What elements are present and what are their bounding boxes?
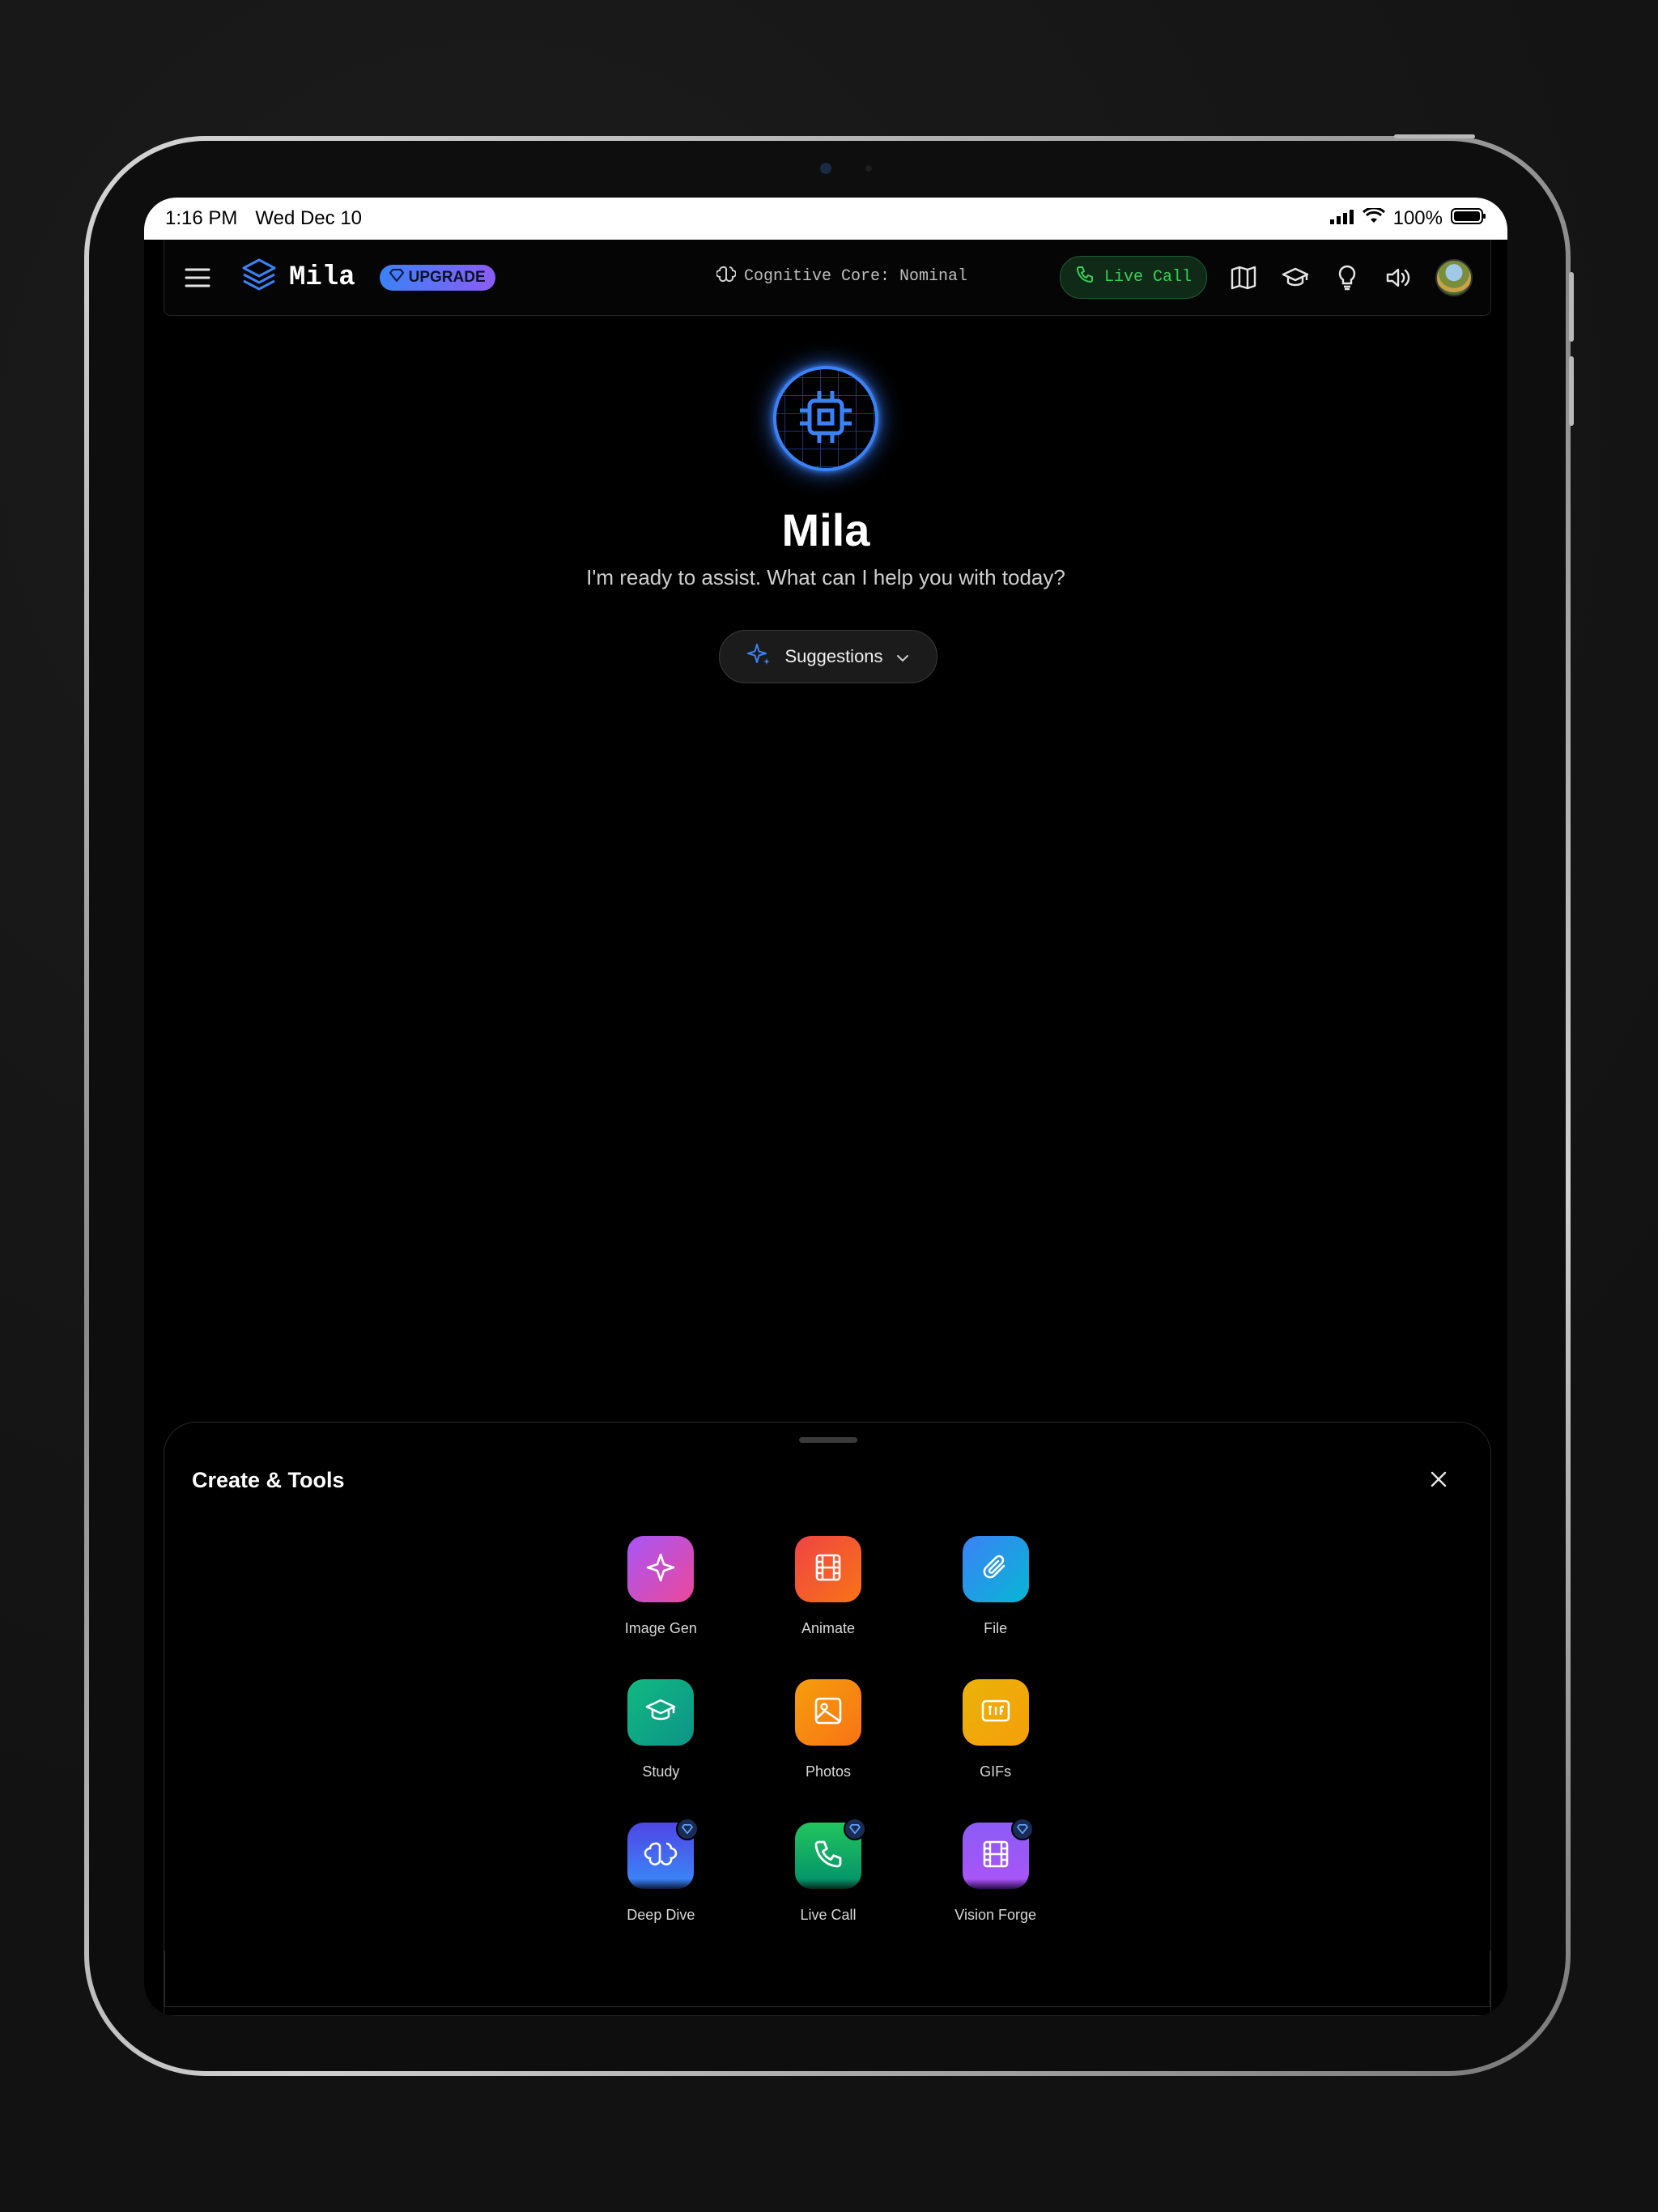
- tool-animate[interactable]: Animate: [745, 1536, 912, 1637]
- sensor: [865, 165, 872, 172]
- premium-gem-icon: [1010, 1818, 1034, 1840]
- tool-photos[interactable]: Photos: [745, 1679, 912, 1780]
- upgrade-button[interactable]: UPGRADE: [379, 264, 495, 291]
- tool-tile[interactable]: [794, 1536, 861, 1602]
- tool-label: Photos: [805, 1763, 852, 1780]
- tool-tile[interactable]: [794, 1818, 866, 1889]
- gif-icon: [980, 1695, 1012, 1731]
- assistant-logo: [773, 366, 878, 471]
- input-area: [164, 1950, 1490, 2007]
- live-call-button[interactable]: Live Call: [1059, 256, 1207, 299]
- front-camera: [820, 163, 831, 174]
- tool-label: Vision Forge: [954, 1907, 1037, 1923]
- tool-tile[interactable]: [794, 1679, 861, 1746]
- graduation-cap-icon: [644, 1697, 677, 1729]
- sheet-title: Create & Tools: [192, 1468, 345, 1492]
- film-icon: [980, 1838, 1012, 1874]
- tool-study[interactable]: Study: [577, 1679, 745, 1780]
- brain-icon: [716, 264, 737, 289]
- tool-vision-forge[interactable]: Vision Forge: [912, 1818, 1079, 1924]
- status-time: 1:16 PM: [165, 207, 238, 229]
- close-icon[interactable]: [1424, 1465, 1453, 1494]
- tool-gifs[interactable]: GIFs: [912, 1679, 1079, 1780]
- battery-percent: 100%: [1392, 207, 1443, 229]
- avatar[interactable]: [1435, 258, 1473, 296]
- brand[interactable]: Mila: [240, 257, 355, 298]
- app-screen: 1:16 PM Wed Dec 10 100% Mila UPGRADE Cog…: [144, 198, 1507, 2016]
- graduation-cap-icon[interactable]: [1280, 262, 1311, 293]
- sheet-handle[interactable]: [799, 1437, 857, 1443]
- wifi-icon: [1362, 206, 1385, 230]
- volume-down-button: [1569, 356, 1574, 426]
- chevron-down-icon: [896, 646, 909, 667]
- brain-icon: [644, 1837, 678, 1875]
- tool-label: Animate: [801, 1620, 856, 1636]
- tool-live-call[interactable]: Live Call: [745, 1818, 912, 1924]
- app-name: Mila: [289, 262, 355, 293]
- signal-icon: [1329, 207, 1354, 230]
- status-date: Wed Dec 10: [255, 207, 363, 229]
- battery-icon: [1451, 207, 1486, 231]
- tool-deep-dive[interactable]: Deep Dive: [577, 1818, 745, 1924]
- volume-up-button: [1569, 272, 1574, 342]
- suggestions-button[interactable]: Suggestions: [719, 630, 937, 683]
- core-status-text: Cognitive Core: Nominal: [744, 267, 968, 286]
- phone-icon: [812, 1838, 844, 1874]
- tool-image-gen[interactable]: Image Gen: [577, 1536, 745, 1637]
- tool-label: File: [984, 1620, 1008, 1636]
- premium-gem-icon: [843, 1818, 866, 1840]
- paperclip-icon: [980, 1551, 1012, 1588]
- live-call-label: Live Call: [1103, 268, 1192, 287]
- film-icon: [812, 1551, 844, 1588]
- map-icon[interactable]: [1228, 262, 1259, 293]
- status-bar: 1:16 PM Wed Dec 10 100%: [144, 198, 1507, 240]
- layers-icon: [240, 257, 278, 298]
- tool-tile[interactable]: [627, 1536, 695, 1602]
- tool-label: Study: [642, 1763, 680, 1780]
- suggestions-label: Suggestions: [784, 646, 883, 666]
- image-icon: [812, 1695, 844, 1731]
- tool-tile[interactable]: [962, 1818, 1034, 1889]
- lightbulb-icon[interactable]: [1332, 262, 1363, 293]
- volume-icon[interactable]: [1384, 262, 1414, 293]
- tool-tile[interactable]: [962, 1536, 1029, 1602]
- premium-gem-icon: [676, 1818, 699, 1840]
- assistant-greeting: I'm ready to assist. What can I help you…: [586, 565, 1065, 589]
- upgrade-label: UPGRADE: [408, 268, 486, 286]
- top-button: [1394, 134, 1475, 138]
- menu-icon[interactable]: [182, 262, 213, 293]
- tool-tile[interactable]: [962, 1679, 1029, 1746]
- assistant-name: Mila: [781, 504, 870, 555]
- phone-icon: [1075, 265, 1095, 290]
- tool-label: Image Gen: [624, 1620, 697, 1636]
- gem-icon: [389, 268, 404, 287]
- tool-tile[interactable]: [627, 1679, 695, 1746]
- cpu-icon: [797, 388, 855, 450]
- core-status: Cognitive Core: Nominal: [716, 264, 967, 289]
- sparkles-icon: [747, 642, 772, 671]
- tool-label: Live Call: [800, 1907, 857, 1923]
- tools-grid: Image Gen Animate File Study Photos GIFs…: [577, 1536, 1079, 1924]
- tool-label: GIFs: [980, 1763, 1012, 1780]
- sparkle-icon: [644, 1551, 677, 1588]
- tool-label: Deep Dive: [627, 1907, 695, 1923]
- create-tools-sheet: Create & Tools Image Gen Animate File St…: [164, 1422, 1491, 2016]
- tool-file[interactable]: File: [912, 1536, 1079, 1637]
- app-header: Mila UPGRADE Cognitive Core: Nominal Liv…: [164, 240, 1491, 316]
- tool-tile[interactable]: [627, 1818, 699, 1889]
